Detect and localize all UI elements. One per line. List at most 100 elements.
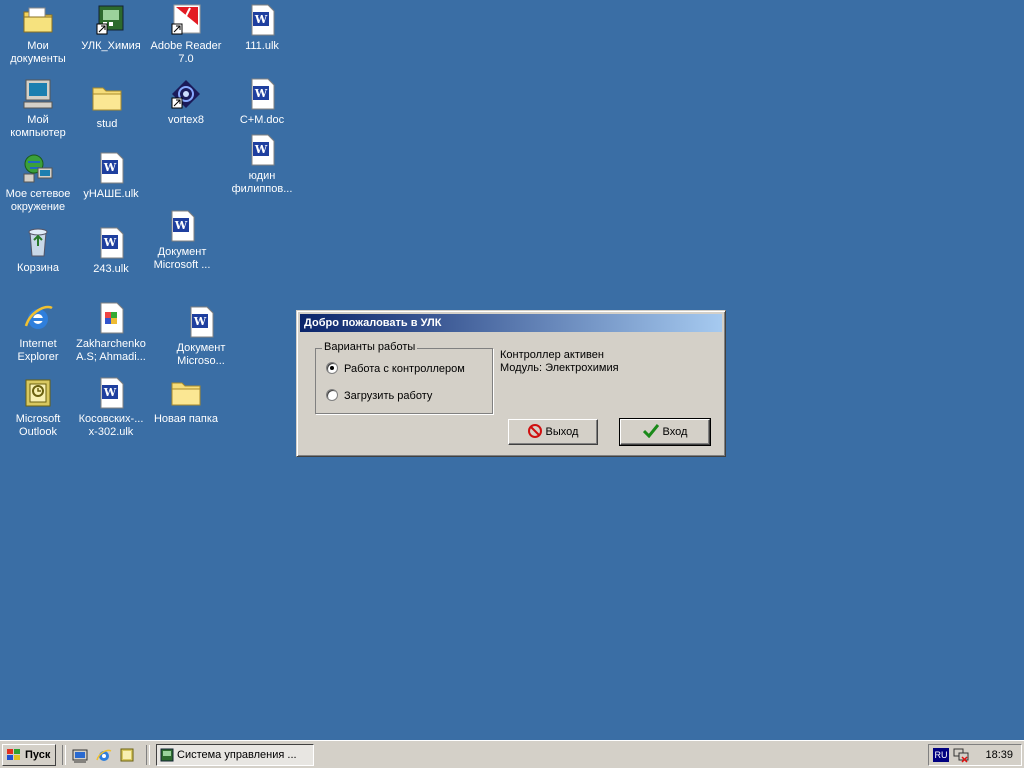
desktop-icon-unashe[interactable]: W уНАШЕ.ulk bbox=[73, 152, 149, 201]
module-status: Модуль: Электрохимия bbox=[500, 362, 619, 374]
desktop-icon-label: юдин филиппов... bbox=[231, 170, 293, 195]
doc-icon bbox=[95, 302, 127, 334]
svg-text:W: W bbox=[254, 143, 268, 156]
svg-text:W: W bbox=[103, 161, 117, 174]
svg-text:W: W bbox=[193, 315, 207, 328]
word-doc-icon: W bbox=[246, 4, 278, 36]
my-documents-icon bbox=[22, 4, 54, 36]
show-desktop-icon[interactable] bbox=[72, 747, 88, 763]
word-doc-icon: W bbox=[95, 377, 127, 409]
radio-checked-icon bbox=[326, 362, 338, 375]
enter-label: Вход bbox=[662, 426, 688, 438]
desktop-icon-yudin[interactable]: W юдин филиппов... bbox=[224, 134, 300, 196]
taskbar-item-control-system[interactable]: Система управления ... bbox=[156, 744, 314, 766]
desktop-icon-stud[interactable]: stud bbox=[69, 82, 145, 131]
controller-status: Контроллер активен bbox=[500, 349, 604, 361]
start-label: Пуск bbox=[25, 749, 51, 761]
desktop-icon-internet-explorer[interactable]: Internet Explorer bbox=[0, 302, 76, 364]
checkmark-icon bbox=[642, 424, 659, 439]
app-shortcut-icon bbox=[95, 4, 127, 36]
desktop-icon-ulk-chemistry[interactable]: УЛК_Химия bbox=[73, 4, 149, 53]
desktop-icon-label: Мое сетевое окружение bbox=[5, 188, 71, 213]
desktop-icon-document-ms-2[interactable]: W Документ Microso... bbox=[163, 306, 239, 368]
windows-flag-icon bbox=[7, 749, 20, 760]
outlook-icon bbox=[22, 377, 54, 409]
desktop-icon-label: УЛК_Химия bbox=[81, 40, 141, 52]
enter-button[interactable]: Вход bbox=[619, 418, 711, 446]
vortex-shortcut-icon bbox=[170, 78, 202, 110]
desktop-icon-document-ms-1[interactable]: W Документ Microsoft ... bbox=[144, 210, 220, 272]
radio-label: Загрузить работу bbox=[344, 390, 433, 402]
desktop-icon-kosovskih[interactable]: W Косовских-... х-302.ulk bbox=[73, 377, 149, 439]
desktop-icon-label: Мой компьютер bbox=[10, 114, 66, 139]
work-options-group: Варианты работы Работа с контроллером За… bbox=[315, 341, 493, 414]
desktop-icon-network[interactable]: Мое сетевое окружение bbox=[0, 152, 76, 214]
exit-button[interactable]: Выход bbox=[508, 419, 598, 445]
desktop-icon-label: уНАШЕ.ulk bbox=[83, 188, 139, 200]
network-icon bbox=[22, 152, 54, 184]
outlook-quicklaunch-icon[interactable] bbox=[119, 747, 135, 763]
radio-load-work[interactable]: Загрузить работу bbox=[326, 389, 432, 403]
app-icon bbox=[160, 748, 174, 762]
word-doc-icon: W bbox=[95, 227, 127, 259]
exit-label: Выход bbox=[545, 426, 579, 438]
word-doc-icon: W bbox=[185, 306, 217, 338]
desktop-icon-label: Документ Microso... bbox=[176, 342, 226, 367]
desktop-icon-zakharchenko[interactable]: Zakharchenko A.S; Ahmadi... bbox=[73, 302, 149, 364]
no-entry-icon bbox=[527, 424, 542, 439]
word-doc-icon: W bbox=[246, 134, 278, 166]
ie-quicklaunch-icon[interactable] bbox=[96, 747, 112, 763]
desktop-icon-label: Новая папка bbox=[153, 413, 219, 425]
start-button[interactable]: Пуск bbox=[2, 744, 56, 766]
taskbar: Пуск Система управления ... RU 18:39 bbox=[0, 740, 1024, 768]
desktop-icon-my-documents[interactable]: Мои документы bbox=[0, 4, 76, 66]
group-label: Варианты работы bbox=[322, 341, 418, 353]
desktop-icon-vortex8[interactable]: vortex8 bbox=[148, 78, 224, 127]
desktop-icon-new-folder[interactable]: Новая папка bbox=[148, 377, 224, 426]
system-tray: RU 18:39 bbox=[928, 744, 1022, 766]
radio-label: Работа с контроллером bbox=[344, 363, 465, 375]
word-doc-icon: W bbox=[166, 210, 198, 242]
desktop-icon-label: Zakharchenko A.S; Ahmadi... bbox=[76, 338, 146, 363]
taskbar-item-label: Система управления ... bbox=[177, 749, 297, 761]
desktop-icon-label: Microsoft Outlook bbox=[15, 413, 61, 438]
ie-icon bbox=[22, 302, 54, 334]
radio-unchecked-icon bbox=[326, 389, 338, 402]
desktop-icon-label: 243.ulk bbox=[93, 263, 129, 275]
desktop-icon-243-ulk[interactable]: W 243.ulk bbox=[73, 227, 149, 276]
desktop-icon-label: Adobe Reader 7.0 bbox=[150, 40, 222, 65]
svg-text:W: W bbox=[254, 87, 268, 100]
desktop-icon-recycle-bin[interactable]: Корзина bbox=[0, 226, 76, 275]
desktop-icon-label: stud bbox=[96, 118, 118, 130]
svg-text:W: W bbox=[174, 219, 188, 232]
taskbar-separator bbox=[62, 745, 66, 765]
word-doc-icon: W bbox=[95, 152, 127, 184]
desktop-icon-adobe-reader[interactable]: Adobe Reader 7.0 bbox=[148, 4, 224, 66]
desktop-icon-label: C+M.doc bbox=[239, 114, 285, 126]
dialog-title[interactable]: Добро пожаловать в УЛК bbox=[300, 314, 722, 332]
desktop-icon-label: vortex8 bbox=[167, 114, 205, 126]
desktop-icon-cm-doc[interactable]: W C+M.doc bbox=[224, 78, 300, 127]
recycle-bin-icon bbox=[22, 226, 54, 258]
desktop-icon-label: Документ Microsoft ... bbox=[153, 246, 211, 271]
welcome-dialog: Добро пожаловать в УЛК Варианты работы Р… bbox=[296, 310, 726, 457]
desktop-icon-label: Мои документы bbox=[10, 40, 66, 65]
desktop-icon-label: 111.ulk bbox=[245, 40, 279, 52]
desktop-icon-label: Корзина bbox=[17, 262, 59, 274]
radio-work-with-controller[interactable]: Работа с контроллером bbox=[326, 362, 465, 376]
svg-text:W: W bbox=[103, 236, 117, 249]
desktop-icon-label: Internet Explorer bbox=[17, 338, 59, 363]
clock[interactable]: 18:39 bbox=[985, 745, 1013, 765]
network-disconnected-icon[interactable] bbox=[953, 747, 969, 763]
desktop-icon-outlook[interactable]: Microsoft Outlook bbox=[0, 377, 76, 439]
my-computer-icon bbox=[22, 78, 54, 110]
folder-icon bbox=[91, 82, 123, 114]
adobe-reader-icon bbox=[170, 4, 202, 36]
word-doc-icon: W bbox=[246, 78, 278, 110]
language-indicator[interactable]: RU bbox=[933, 748, 949, 762]
desktop-icon-111-ulk[interactable]: W 111.ulk bbox=[224, 4, 300, 53]
taskbar-separator bbox=[146, 745, 150, 765]
desktop-icon-my-computer[interactable]: Мой компьютер bbox=[0, 78, 76, 140]
svg-text:W: W bbox=[103, 386, 117, 399]
svg-text:W: W bbox=[254, 13, 268, 26]
